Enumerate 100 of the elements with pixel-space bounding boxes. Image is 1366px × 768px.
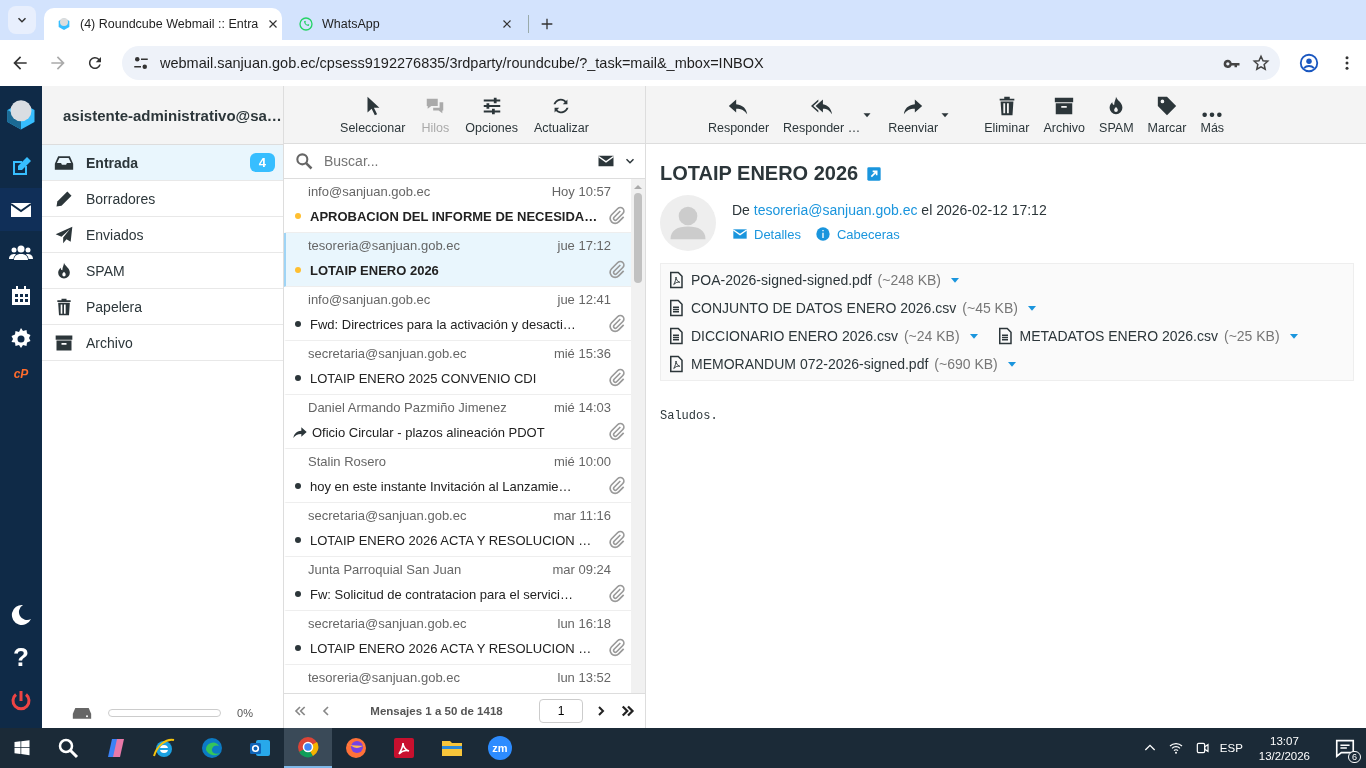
- toolbar-button[interactable]: Más: [1195, 111, 1230, 135]
- clock[interactable]: 13:07 13/2/2026: [1258, 734, 1310, 762]
- message-date: mar 11:16: [553, 508, 611, 523]
- message-date: jue 17:12: [557, 238, 611, 253]
- quota-reading: 0%: [237, 707, 253, 719]
- folder-item[interactable]: Entrada 4: [42, 145, 283, 181]
- archive-icon: [1053, 95, 1076, 117]
- edge-icon: [200, 736, 224, 760]
- attachment[interactable]: CONJUNTO DE DATOS ENERO 2026.csv (~45 KB): [667, 294, 1040, 322]
- attachment-size: (~248 KB): [877, 272, 941, 288]
- attachment-size: (~24 KB): [903, 328, 960, 344]
- tab-favicon-icon: [298, 16, 314, 32]
- unread-count: 4: [249, 153, 275, 172]
- toolbar-button[interactable]: Opciones: [461, 95, 522, 135]
- notification-count: 6: [1348, 751, 1361, 763]
- sent-icon: [54, 224, 74, 245]
- toolbar-button[interactable]: Reenviar: [883, 95, 958, 135]
- sender: tesoreria@sanjuan.gob.ec: [308, 670, 460, 685]
- new-tab-icon[interactable]: [539, 16, 555, 32]
- file-icon: [667, 271, 685, 289]
- browser-tab[interactable]: WhatsApp: [286, 8, 524, 40]
- sender: info@sanjuan.gob.ec: [308, 292, 431, 307]
- firefox-icon: [344, 736, 368, 760]
- more-icon: [1201, 111, 1224, 117]
- attachment-size: (~690 KB): [934, 356, 998, 372]
- network-icon[interactable]: [1167, 740, 1184, 756]
- ie-icon: [152, 736, 176, 760]
- tab-favicon-icon: [56, 16, 72, 32]
- message-date: Hoy 10:57: [551, 184, 611, 199]
- folder-item[interactable]: Archivo: [42, 325, 283, 361]
- message-subject: LOTAIP ENERO 2026 ACTA Y RESOLUCION …: [310, 532, 593, 548]
- power-icon[interactable]: [9, 688, 33, 713]
- attachment-name: DICCIONARIO ENERO 2026.csv: [691, 328, 898, 344]
- notifications-icon[interactable]: [1334, 737, 1356, 759]
- attachment-name: METADATOS ENERO 2026.csv: [1019, 328, 1218, 344]
- attachment-size: (~45 KB): [962, 300, 1018, 316]
- message-row[interactable]: tesoreria@sanjuan.gob.ec jue 17:12 LOTAIP ENERO 2026: [284, 233, 631, 287]
- search-icon: [294, 151, 314, 171]
- message-subject: LOTAIP ENERO 2025 CONVENIO CDI: [310, 370, 538, 386]
- rail-item[interactable]: cP: [0, 360, 42, 388]
- calendar-icon[interactable]: [9, 283, 33, 308]
- chrome-icon: [296, 735, 320, 759]
- attachment[interactable]: MEMORANDUM 072-2026-signed.pdf (~690 KB): [667, 350, 1020, 378]
- message-row[interactable]: Daniel Armando Pazmiño Jimenez mié 14:03 Oficio Circular - plazos alineación PDOT: [284, 395, 631, 449]
- attachment-name: CONJUNTO DE DATOS ENERO 2026.csv: [691, 300, 957, 316]
- search-field[interactable]: Buscar...: [322, 152, 589, 170]
- reload-icon[interactable]: [86, 54, 104, 72]
- taskbar-app[interactable]: [284, 728, 332, 768]
- message-date: mié 10:00: [553, 454, 611, 469]
- bookmark-star-icon[interactable]: [1252, 54, 1270, 72]
- info-icon: [814, 226, 831, 242]
- page-field[interactable]: 1: [539, 699, 583, 723]
- message-subject: hoy en este instante Invitación al Lanzamie…: [310, 478, 573, 494]
- help-link[interactable]: ?: [13, 642, 29, 673]
- sender-line: De tesoreria@sanjuan.gob.ec el 2026-02-12 17:12: [732, 201, 1047, 218]
- file-icon: [667, 299, 685, 317]
- toolbar-button[interactable]: Responder: [702, 95, 775, 135]
- attachment[interactable]: METADATOS ENERO 2026.csv (~25 KB): [995, 322, 1302, 350]
- folder-item[interactable]: Enviados: [42, 217, 283, 253]
- address-bar[interactable]: webmail.sanjuan.gob.ec/cpsess9192276835/3rdparty/roundcube/?_task=mail&_mbox=INBOX: [122, 46, 1280, 80]
- folder-item[interactable]: SPAM: [42, 253, 283, 289]
- message-date: mié 15:36: [553, 346, 611, 361]
- attachment-name: MEMORANDUM 072-2026-signed.pdf: [691, 356, 929, 372]
- message-subject: Fw: Solicitud de contratacion para el servici…: [310, 586, 574, 602]
- folder-item[interactable]: Borradores: [42, 181, 283, 217]
- sender: info@sanjuan.gob.ec: [308, 184, 431, 199]
- sender: secretaria@sanjuan.gob.ec: [308, 616, 467, 631]
- attachment[interactable]: DICCIONARIO ENERO 2026.csv (~24 KB): [667, 322, 982, 350]
- file-icon: [667, 327, 685, 345]
- attachment[interactable]: POA-2026-signed-signed.pdf (~248 KB): [667, 266, 963, 294]
- message-body: Saludos.: [660, 409, 719, 423]
- toolbar-button[interactable]: Actualizar: [530, 95, 593, 135]
- toolbar-button[interactable]: Seleccionar: [336, 95, 410, 135]
- sender: secretaria@sanjuan.gob.ec: [308, 346, 467, 361]
- toolbar-button[interactable]: Responder …: [778, 95, 880, 135]
- pagination-summary: Mensajes 1 a 50 de 1418: [369, 705, 504, 717]
- message-subject: Oficio Circular - plazos alineación PDOT: [312, 424, 546, 440]
- message-date: lun 16:18: [557, 616, 611, 631]
- toolbar-button[interactable]: Marcar: [1142, 95, 1192, 135]
- profile-icon[interactable]: [1298, 52, 1320, 74]
- toolbar-button[interactable]: Archivo: [1038, 95, 1091, 135]
- open-in-new-window-icon[interactable]: [866, 165, 883, 182]
- attachment-name: POA-2026-signed-signed.pdf: [691, 272, 872, 288]
- input-language[interactable]: ESP: [1219, 742, 1243, 754]
- sender: secretaria@sanjuan.gob.ec: [308, 508, 467, 523]
- file-icon: [667, 355, 685, 373]
- toolbar-button[interactable]: SPAM: [1094, 95, 1139, 135]
- windows-start-icon[interactable]: [13, 739, 31, 757]
- message-date: mar 09:24: [552, 562, 611, 577]
- zoom-app-label: zm: [488, 736, 512, 760]
- message-subject: APROBACION DEL INFORME DE NECESIDA…: [310, 208, 599, 224]
- browser-tab[interactable]: (4) Roundcube Webmail :: Entra: [44, 8, 282, 40]
- folder-item[interactable]: Papelera: [42, 289, 283, 325]
- acrobat-icon: [392, 736, 416, 760]
- cpanel-link[interactable]: cP: [13, 367, 29, 381]
- moon-icon[interactable]: [9, 602, 33, 627]
- toolbar-button[interactable]: Eliminar: [979, 95, 1035, 135]
- sender: Junta Parroquial San Juan: [308, 562, 462, 577]
- site-settings-icon[interactable]: [132, 54, 150, 72]
- search-icon[interactable]: [56, 736, 80, 760]
